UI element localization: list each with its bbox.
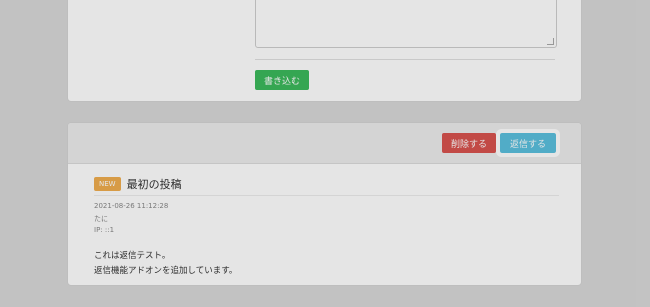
post-title: 最初の投稿 xyxy=(126,178,182,191)
post-submit-button[interactable]: 書き込む xyxy=(255,70,309,90)
form-divider xyxy=(255,59,555,60)
message-textarea[interactable] xyxy=(255,0,557,48)
post-body-line: 返信機能アドオンを追加しています。 xyxy=(94,266,238,276)
new-badge: NEW xyxy=(94,177,121,191)
post-author: たに xyxy=(94,215,108,223)
delete-button[interactable]: 削除する xyxy=(442,133,496,153)
post-card: 削除する 返信する NEW 最初の投稿 2021-08-26 11:12:28 … xyxy=(67,122,582,286)
post-card-header: 削除する 返信する xyxy=(68,123,581,164)
post-datetime: 2021-08-26 11:12:28 xyxy=(94,202,169,210)
post-ip: IP: ::1 xyxy=(94,226,115,234)
comment-form-card: 書き込む xyxy=(67,0,582,102)
post-title-row: NEW 最初の投稿 xyxy=(94,176,182,192)
post-body-line: これは返信テスト。 xyxy=(94,251,171,261)
post-divider xyxy=(94,195,559,196)
resize-handle[interactable] xyxy=(547,38,554,45)
reply-button[interactable]: 返信する xyxy=(497,130,559,156)
